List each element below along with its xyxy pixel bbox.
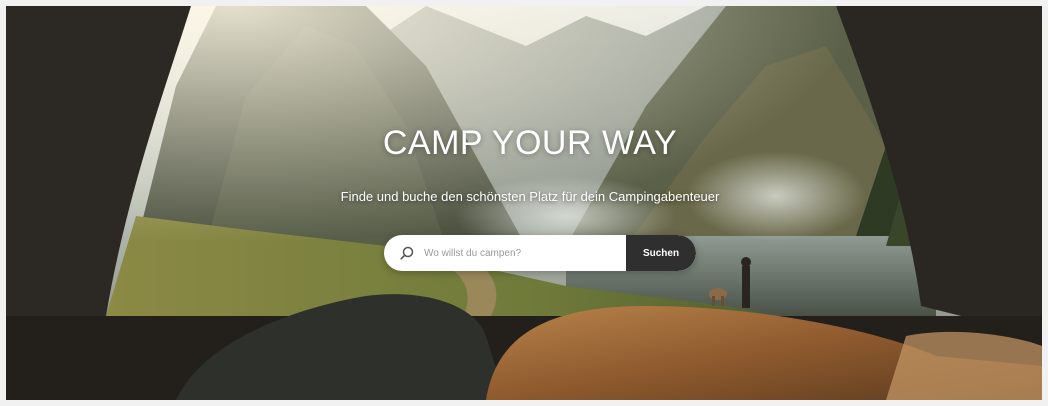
hero-title: CAMP YOUR WAY — [382, 124, 678, 162]
search-input[interactable] — [424, 247, 614, 259]
search-icon — [400, 246, 414, 260]
search-button[interactable]: Suchen — [626, 235, 696, 271]
hero-section: CAMP YOUR WAY Finde und buche den schöns… — [6, 6, 1042, 400]
search-bar: Suchen — [384, 235, 696, 271]
hero-subtitle: Finde und buche den schönsten Platz für … — [340, 189, 720, 204]
